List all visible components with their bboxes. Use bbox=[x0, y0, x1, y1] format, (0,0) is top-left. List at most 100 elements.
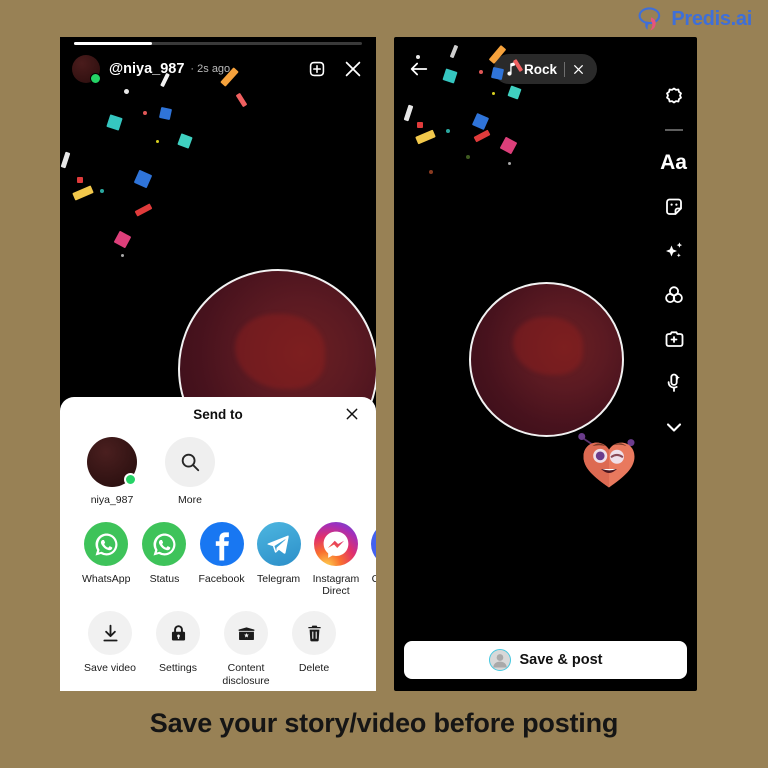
sparkle-settings-icon[interactable] bbox=[662, 85, 686, 109]
text-icon[interactable]: Aa bbox=[660, 151, 687, 175]
user-avatar-icon bbox=[492, 654, 507, 668]
recipient-more[interactable]: More bbox=[162, 437, 218, 506]
lock-icon[interactable] bbox=[156, 611, 200, 656]
confetti-piece bbox=[488, 44, 507, 65]
content-disclosure-icon[interactable] bbox=[224, 611, 268, 656]
confetti-piece bbox=[466, 155, 470, 159]
planet-graphic bbox=[469, 282, 624, 437]
confetti-piece bbox=[492, 92, 495, 95]
confetti-piece bbox=[429, 170, 433, 174]
tool-download[interactable]: Save video bbox=[82, 611, 138, 687]
whatsapp-icon[interactable] bbox=[84, 522, 129, 566]
confetti-piece bbox=[113, 230, 132, 249]
confetti-piece bbox=[446, 129, 450, 133]
story-canvas-right bbox=[394, 37, 697, 691]
confetti-piece bbox=[156, 140, 159, 143]
search-icon[interactable] bbox=[165, 437, 215, 487]
share-app-label: Facebook bbox=[198, 573, 245, 585]
share-app-label: Telegram bbox=[256, 573, 301, 585]
online-dot bbox=[124, 473, 137, 486]
brand-name: Predis.ai bbox=[671, 7, 752, 30]
recipient-label: niya_987 bbox=[90, 494, 134, 506]
confetti-piece bbox=[60, 151, 71, 169]
recipient-label: More bbox=[178, 494, 202, 506]
confetti-piece bbox=[499, 136, 518, 155]
confetti-piece bbox=[508, 162, 511, 165]
sheet-header: Send to bbox=[60, 397, 376, 431]
tool-content-disclosure[interactable]: Content disclosure bbox=[218, 611, 274, 687]
confetti-piece bbox=[100, 189, 104, 193]
share-app-label: Instagram Direct bbox=[312, 573, 360, 598]
share-app-label: Status bbox=[149, 573, 180, 585]
confetti-piece bbox=[124, 89, 129, 94]
share-app-telegram[interactable]: Telegram bbox=[256, 522, 301, 597]
close-icon[interactable] bbox=[344, 406, 360, 422]
sheet-title: Send to bbox=[193, 406, 243, 422]
confetti-piece bbox=[442, 68, 458, 84]
confetti-piece bbox=[160, 72, 170, 88]
tool-label: Settings bbox=[159, 662, 197, 675]
share-apps-row: WhatsApp Status Facebook Telegram Instagram D… bbox=[60, 506, 376, 597]
trash-icon[interactable] bbox=[292, 611, 336, 656]
heart-face-sticker-icon[interactable] bbox=[578, 433, 640, 491]
whatsapp-status-icon[interactable] bbox=[142, 522, 187, 566]
filters-icon[interactable] bbox=[662, 283, 686, 307]
facebook-icon[interactable] bbox=[199, 522, 244, 566]
avatar bbox=[488, 649, 511, 671]
download-icon[interactable] bbox=[88, 611, 132, 656]
confetti-piece bbox=[133, 169, 153, 189]
brand-logo-wrap: Predis.ai bbox=[638, 6, 752, 32]
speech-bubble-logo-icon bbox=[638, 7, 661, 31]
telegram-icon[interactable] bbox=[256, 522, 301, 566]
editor-toolbar-rail: Aa bbox=[660, 85, 687, 439]
confetti-piece bbox=[77, 177, 83, 183]
confetti-piece bbox=[403, 104, 414, 122]
share-app-whatsapp-status[interactable]: Status bbox=[142, 522, 187, 597]
confetti-piece bbox=[235, 92, 248, 108]
share-app-label: Copy link bbox=[371, 573, 376, 585]
share-app-messenger[interactable]: Instagram Direct bbox=[312, 522, 360, 598]
confetti-piece bbox=[121, 254, 124, 257]
send-to-sheet: Send to niya_987 More WhatsApp Status Faceb… bbox=[60, 397, 376, 691]
voice-icon[interactable] bbox=[662, 371, 686, 395]
confetti-piece bbox=[143, 111, 147, 115]
add-photo-icon[interactable] bbox=[662, 327, 686, 351]
share-app-whatsapp[interactable]: WhatsApp bbox=[82, 522, 130, 597]
rail-divider bbox=[664, 129, 683, 131]
share-app-link[interactable]: Copy link bbox=[371, 522, 376, 597]
confetti-piece bbox=[449, 44, 459, 59]
share-app-label: WhatsApp bbox=[82, 573, 131, 585]
link-icon[interactable] bbox=[371, 522, 376, 566]
phone-left-story-share: @niya_987 · 2s ago Send to niya_987 More … bbox=[60, 37, 376, 691]
confetti-piece bbox=[507, 85, 522, 100]
confetti-piece bbox=[415, 129, 436, 145]
sheet-tools-row: Save video Settings Content disclosure Delet… bbox=[60, 597, 376, 687]
confetti-piece bbox=[490, 66, 505, 81]
messenger-icon[interactable] bbox=[313, 522, 358, 566]
confetti-piece bbox=[106, 114, 123, 131]
confetti-piece bbox=[177, 133, 193, 149]
search-icon bbox=[181, 453, 200, 472]
tool-label: Delete bbox=[298, 662, 330, 675]
sticker-icon[interactable] bbox=[662, 195, 686, 219]
tool-label: Save video bbox=[84, 662, 136, 675]
save-and-post-button[interactable]: Save & post bbox=[404, 641, 687, 679]
confetti-piece bbox=[479, 70, 483, 74]
confetti-piece bbox=[416, 55, 420, 59]
confetti-piece bbox=[72, 185, 94, 201]
recipient-niya_987[interactable]: niya_987 bbox=[84, 437, 140, 506]
confetti-piece bbox=[417, 122, 423, 128]
confetti-piece bbox=[473, 129, 491, 143]
chevron-down-icon[interactable] bbox=[662, 415, 686, 439]
page-caption: Save your story/video before posting bbox=[149, 708, 619, 738]
tool-label: Content disclosure bbox=[222, 662, 270, 687]
confetti-piece bbox=[512, 58, 524, 73]
tool-lock[interactable]: Settings bbox=[150, 611, 206, 687]
save-post-label: Save & post bbox=[519, 652, 603, 668]
sparkles-icon[interactable] bbox=[662, 239, 686, 263]
user-avatar[interactable] bbox=[87, 437, 137, 487]
share-app-facebook[interactable]: Facebook bbox=[198, 522, 245, 597]
tool-trash[interactable]: Delete bbox=[286, 611, 342, 687]
recipients-row: niya_987 More bbox=[60, 431, 376, 506]
confetti-piece bbox=[134, 203, 153, 217]
